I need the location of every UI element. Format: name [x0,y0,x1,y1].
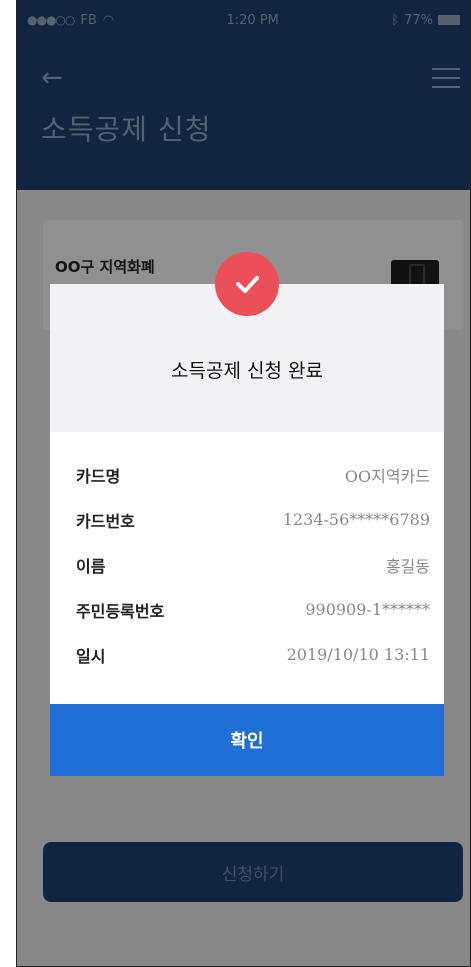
row-value: 홍길동 [385,556,430,576]
info-row-card-name: 카드명 OO지역카드 [76,452,430,497]
row-label: 카드명 [76,466,121,486]
row-label: 일시 [76,646,106,666]
row-label: 카드번호 [76,511,135,531]
info-row-card-number: 카드번호 1234-56*****6789 [76,497,430,542]
dialog-info: 카드명 OO지역카드 카드번호 1234-56*****6789 이름 홍길동 … [76,452,430,677]
checkmark-icon [215,252,279,316]
row-label: 주민등록번호 [76,601,165,621]
row-value: 1234-56*****6789 [282,510,430,529]
confirm-button[interactable]: 확인 [50,704,444,776]
info-row-resident-number: 주민등록번호 990909-1****** [76,587,430,632]
row-value: OO지역카드 [344,466,430,486]
phone-screen: ●●●○○ FB ◠ 1:20 PM ᛒ 77% ← 소득공제 신청 OO구 지… [16,0,471,967]
row-value: 990909-1****** [305,600,430,619]
row-label: 이름 [76,556,106,576]
info-row-datetime: 일시 2019/10/10 13:11 [76,632,430,677]
completion-dialog: 소득공제 신청 완료 카드명 OO지역카드 카드번호 1234-56*****6… [50,252,444,776]
dialog-title: 소득공제 신청 완료 [171,360,323,382]
info-row-name: 이름 홍길동 [76,542,430,587]
row-value: 2019/10/10 13:11 [286,645,430,664]
